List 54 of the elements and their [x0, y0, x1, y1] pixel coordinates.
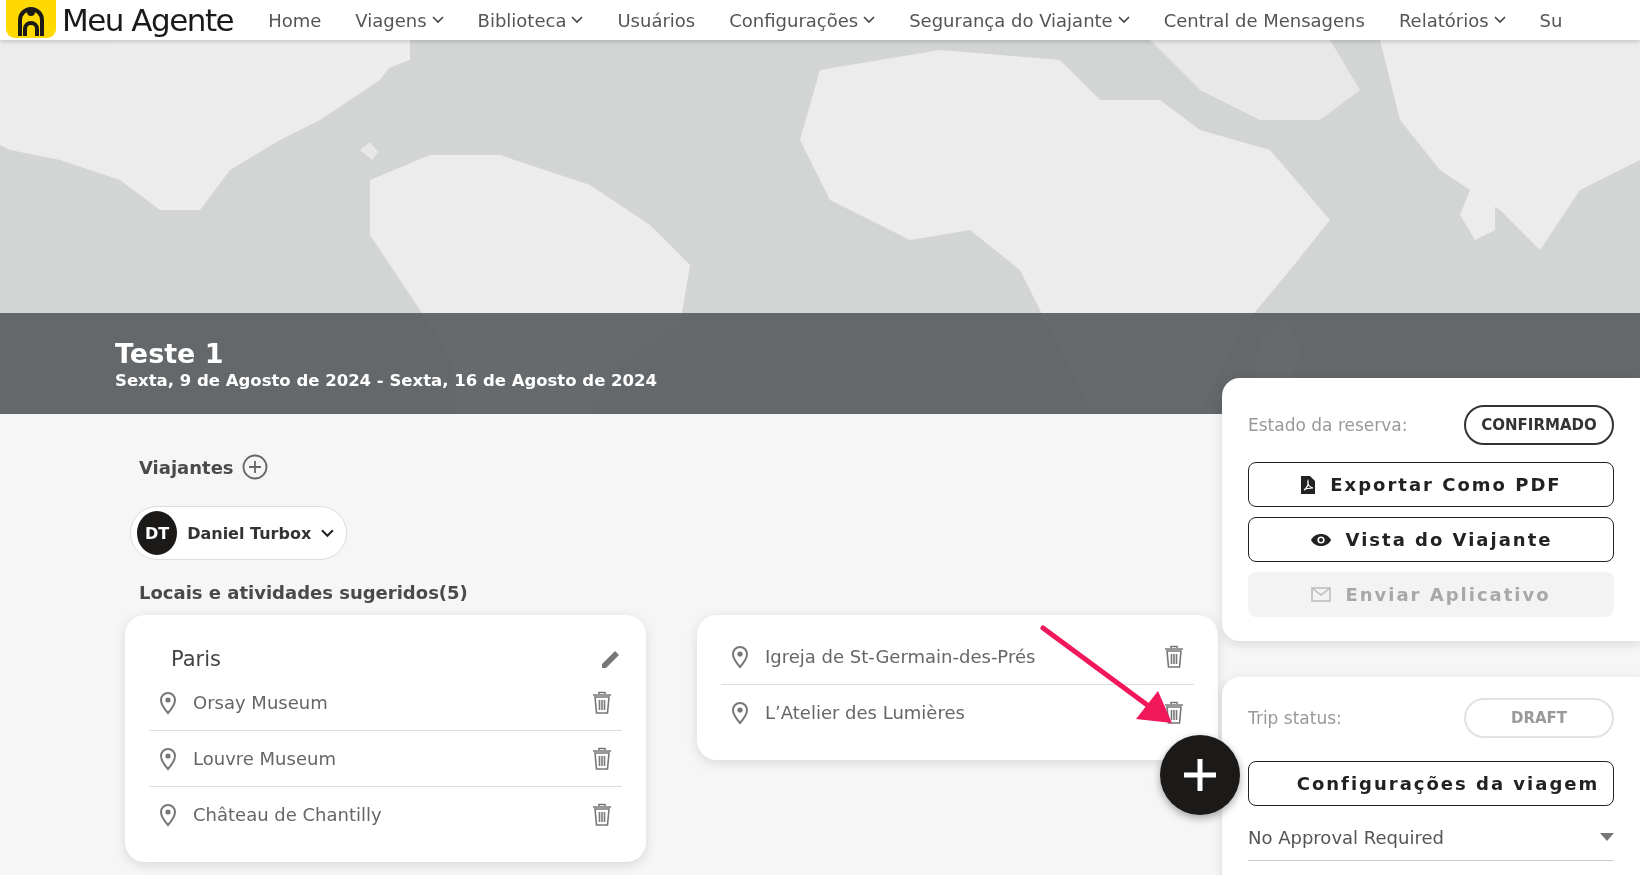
place-name: Orsay Museum: [193, 692, 329, 713]
trip-title: Teste 1: [115, 337, 225, 369]
add-circle-icon[interactable]: [241, 454, 268, 480]
booking-status-label: Estado da reserva:: [1248, 415, 1408, 435]
status-badge: DRAFT: [1464, 698, 1614, 738]
nav-item[interactable]: Biblioteca: [460, 9, 601, 31]
chevron-down-icon: [863, 16, 876, 24]
brand-name: Meu Agente: [62, 4, 234, 36]
pdf-icon: [1300, 475, 1317, 494]
place-name: Igreja de St-Germain-des-Prés: [765, 646, 1037, 667]
location-pin-icon: [159, 746, 177, 771]
nav-item[interactable]: Home: [251, 9, 339, 31]
location-pin-icon: [731, 700, 749, 725]
nav-item[interactable]: Su: [1522, 9, 1580, 31]
location-pin-icon: [159, 802, 177, 827]
location-pin-icon: [159, 690, 177, 715]
chevron-down-icon: [431, 16, 444, 24]
city-title: Paris: [171, 647, 221, 671]
chevron-down-icon: [1493, 16, 1506, 24]
place-name: Château de Chantilly: [193, 804, 383, 825]
action-button[interactable]: Exportar Como PDF: [1248, 462, 1614, 507]
nav-item[interactable]: Relatórios: [1381, 9, 1523, 31]
edit-icon[interactable]: [600, 648, 622, 670]
location-pin-icon: [731, 644, 749, 669]
section-heading: Viajantes: [139, 456, 234, 478]
chevron-down-icon: [571, 16, 584, 24]
trash-icon[interactable]: [592, 690, 612, 715]
approval-select[interactable]: No Approval Required: [1248, 814, 1614, 861]
chevron-down-icon: [1117, 16, 1130, 24]
trash-icon[interactable]: [592, 802, 612, 827]
status-badge: CONFIRMADO: [1464, 405, 1614, 445]
logo-icon: [6, 0, 56, 40]
place-name: L’Atelier des Lumières: [765, 702, 966, 723]
dropdown-arrow-icon: [1600, 833, 1614, 841]
trash-icon[interactable]: [1164, 644, 1184, 669]
action-button[interactable]: Vista do Viajante: [1248, 517, 1614, 562]
mail-icon: [1311, 587, 1332, 602]
trash-icon[interactable]: [1164, 700, 1184, 725]
trip-status-label: Trip status:: [1248, 708, 1342, 728]
trip-settings-button[interactable]: Configurações da viagem: [1248, 761, 1614, 806]
nav-item[interactable]: Segurança do Viajante: [892, 9, 1147, 31]
chevron-down-icon: [321, 528, 334, 538]
nav-item[interactable]: Usuários: [600, 9, 713, 31]
place-name: Louvre Museum: [193, 748, 337, 769]
avatar: DT: [137, 511, 178, 555]
nav-item[interactable]: Viagens: [338, 9, 461, 31]
section-heading: Locais e atividades sugeridos(5): [139, 582, 468, 603]
trip-dates: Sexta, 9 de Agosto de 2024 - Sexta, 16 de Agosto de 2024: [115, 370, 658, 390]
plus-icon: [1182, 757, 1218, 793]
eye-icon: [1309, 532, 1332, 547]
trash-icon[interactable]: [592, 746, 612, 771]
nav-item[interactable]: Configurações: [712, 9, 893, 31]
nav-item[interactable]: Central de Mensagens: [1146, 9, 1382, 31]
traveler-chip[interactable]: DT Daniel Turbox: [130, 506, 347, 560]
